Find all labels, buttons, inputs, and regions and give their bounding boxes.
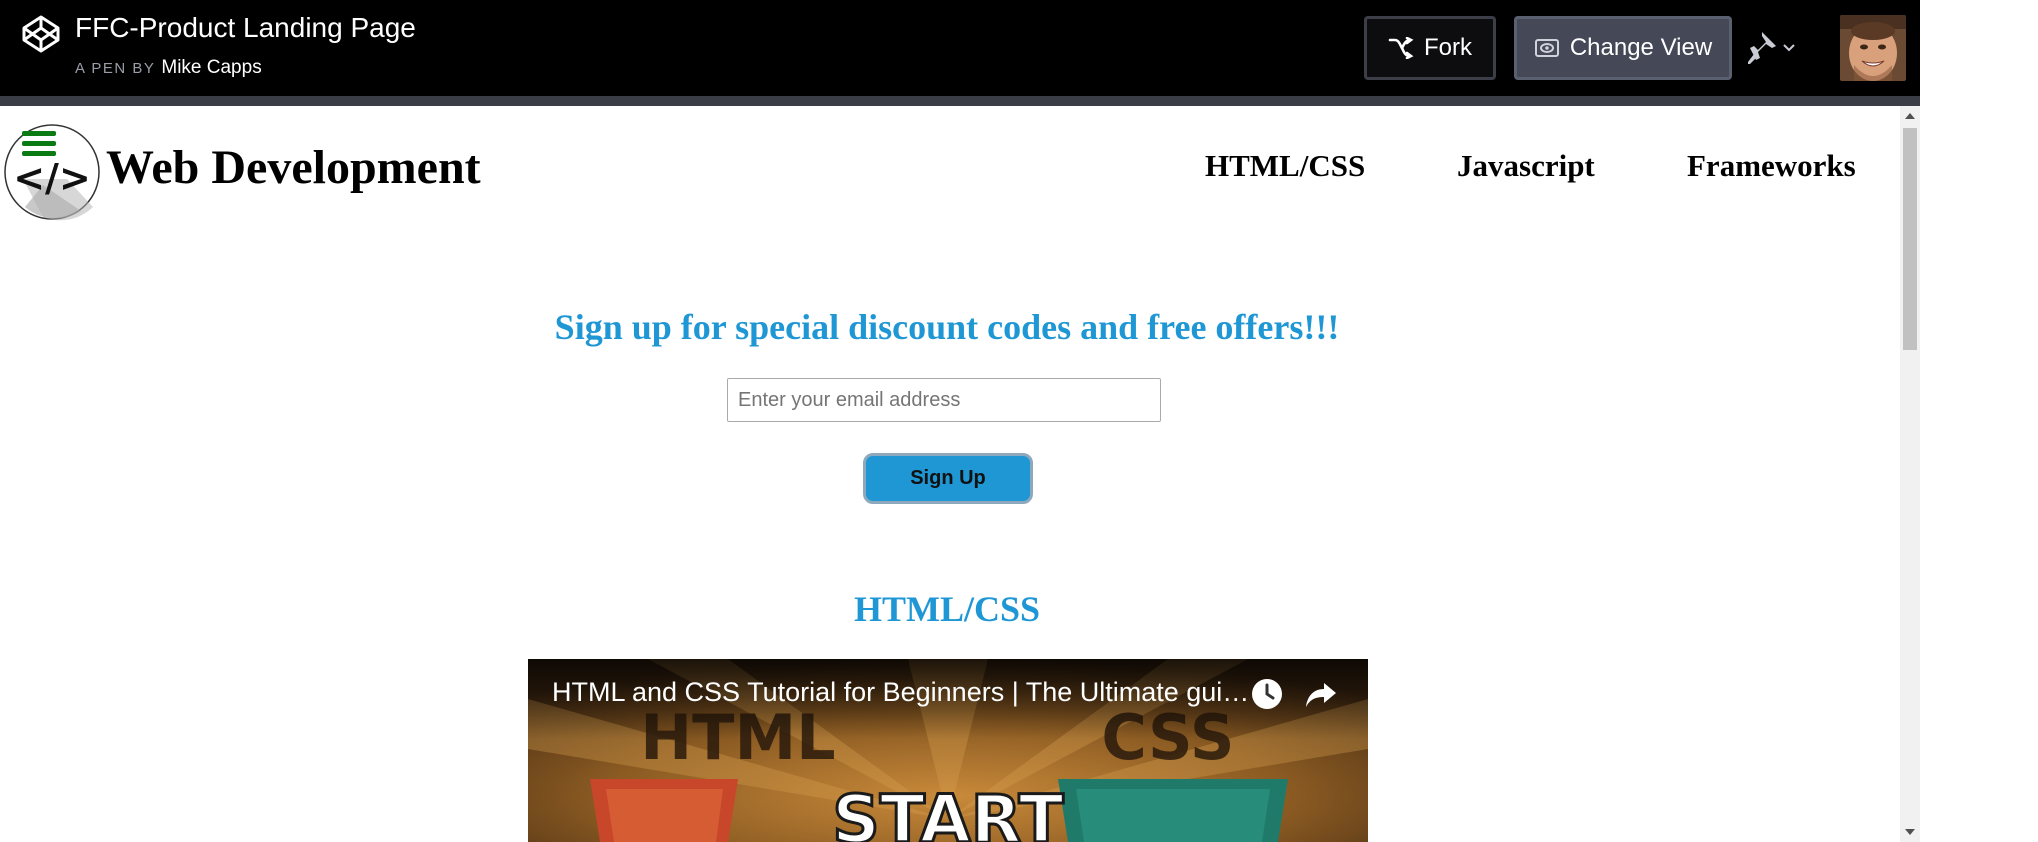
thumbnail-start-text: START <box>832 781 1063 842</box>
byline-prefix: A PEN BY <box>75 60 156 77</box>
site-title: Web Development <box>106 141 481 194</box>
pin-icon <box>1748 32 1776 64</box>
pen-title[interactable]: FFC-Product Landing Page <box>75 12 416 44</box>
header-divider <box>0 96 1920 106</box>
chevron-down-icon <box>1783 44 1795 52</box>
email-field[interactable] <box>727 378 1161 422</box>
scroll-up-arrow-icon[interactable] <box>1900 106 1920 126</box>
video-embed[interactable]: HTML CSS START HTML and CSS Tutorial for… <box>528 659 1368 842</box>
preview-scrollbar[interactable] <box>1900 106 1920 842</box>
hamburger-icon[interactable] <box>22 131 56 156</box>
nav-link-html-css[interactable]: HTML/CSS <box>1205 148 1365 184</box>
pen-byline: A PEN BY Mike Capps <box>75 57 262 79</box>
user-avatar[interactable] <box>1840 15 1906 81</box>
video-title[interactable]: HTML and CSS Tutorial for Beginners | Th… <box>552 677 1252 708</box>
nav-link-frameworks[interactable]: Frameworks <box>1687 148 1856 184</box>
page-background <box>1920 0 2038 842</box>
nav-link-javascript[interactable]: Javascript <box>1457 148 1595 184</box>
fork-label: Fork <box>1424 34 1472 61</box>
eye-icon <box>1534 39 1559 57</box>
codepen-logo-icon[interactable] <box>21 14 61 54</box>
author-link[interactable]: Mike Capps <box>161 57 261 78</box>
pen-preview: </> Web Development HTML/CSS Javascript … <box>0 106 1900 842</box>
avatar-image <box>1840 15 1906 81</box>
codepen-header: FFC-Product Landing Page A PEN BY Mike Ca… <box>0 0 1920 96</box>
code-glyph: </> <box>13 156 91 200</box>
change-view-label: Change View <box>1569 34 1713 61</box>
pin-menu-button[interactable] <box>1748 28 1802 68</box>
watch-later-icon[interactable] <box>1250 677 1284 711</box>
signup-heading: Sign up for special discount codes and f… <box>554 307 1340 347</box>
site-logo[interactable]: </> <box>3 123 101 221</box>
fork-icon <box>1388 37 1414 59</box>
section-heading-html-css: HTML/CSS <box>853 589 1041 629</box>
share-icon[interactable] <box>1304 677 1338 711</box>
change-view-button[interactable]: Change View <box>1514 16 1732 80</box>
scrollbar-thumb[interactable] <box>1903 128 1917 350</box>
fork-button[interactable]: Fork <box>1364 16 1496 80</box>
scroll-down-arrow-icon[interactable] <box>1900 822 1920 842</box>
sign-up-button[interactable]: Sign Up <box>863 453 1033 504</box>
